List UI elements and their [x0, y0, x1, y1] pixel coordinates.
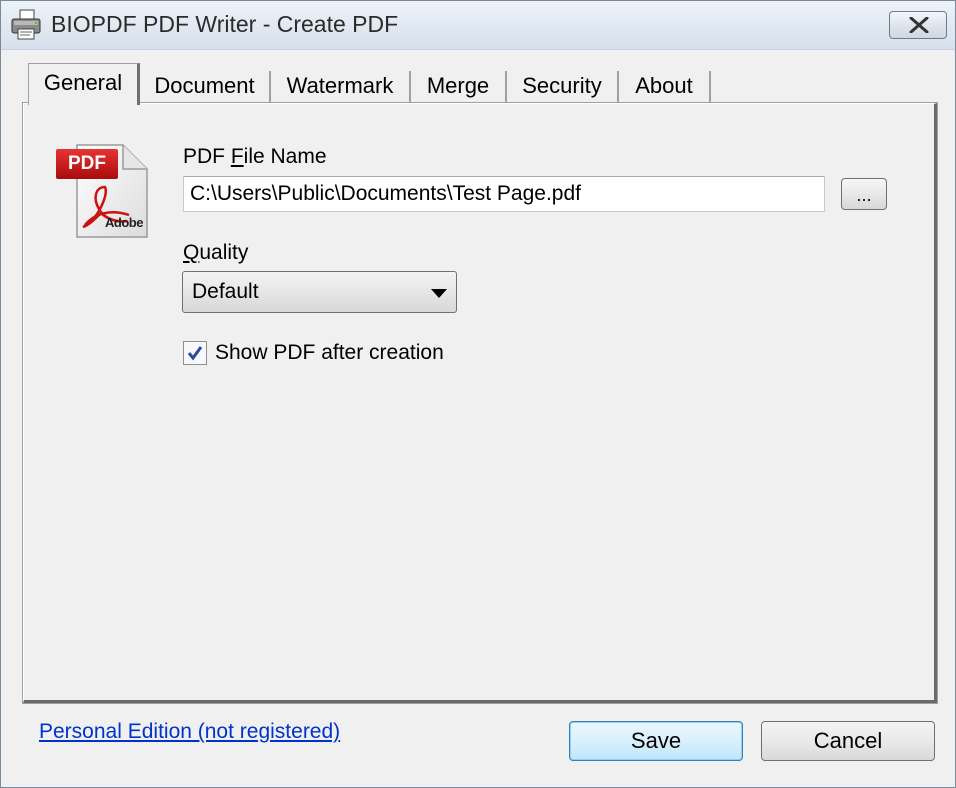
tab-general[interactable]: General — [28, 63, 140, 105]
tab-security[interactable]: Security — [507, 71, 619, 103]
quality-select[interactable]: Default — [182, 271, 457, 313]
file-name-input[interactable]: C:\Users\Public\Documents\Test Page.pdf — [183, 176, 825, 212]
pdf-badge-text: PDF — [68, 153, 106, 174]
tab-about[interactable]: About — [619, 71, 711, 103]
tab-watermark[interactable]: Watermark — [271, 71, 411, 103]
tab-merge[interactable]: Merge — [411, 71, 507, 103]
dialog-window: BIOPDF PDF Writer - Create PDF General D… — [0, 0, 956, 788]
quality-selected-value: Default — [192, 280, 259, 303]
cancel-button[interactable]: Cancel — [761, 721, 935, 761]
show-pdf-label[interactable]: Show PDF after creation — [215, 341, 444, 365]
window-title: BIOPDF PDF Writer - Create PDF — [51, 11, 399, 37]
quality-label: Quality — [183, 241, 249, 264]
checkmark-icon — [187, 346, 203, 361]
close-icon — [909, 17, 929, 33]
browse-button[interactable]: ... — [841, 178, 887, 210]
printer-icon — [11, 9, 41, 40]
title-bar[interactable]: BIOPDF PDF Writer - Create PDF — [1, 1, 955, 50]
save-button[interactable]: Save — [569, 721, 743, 761]
adobe-brand-text: Adobe — [105, 215, 143, 230]
file-name-label: PDF File Name — [183, 145, 327, 168]
chevron-down-icon — [431, 289, 447, 298]
tab-document[interactable]: Document — [140, 71, 271, 103]
close-button[interactable] — [889, 11, 947, 39]
show-pdf-checkbox[interactable] — [183, 341, 207, 365]
edition-link[interactable]: Personal Edition (not registered) — [39, 720, 340, 744]
